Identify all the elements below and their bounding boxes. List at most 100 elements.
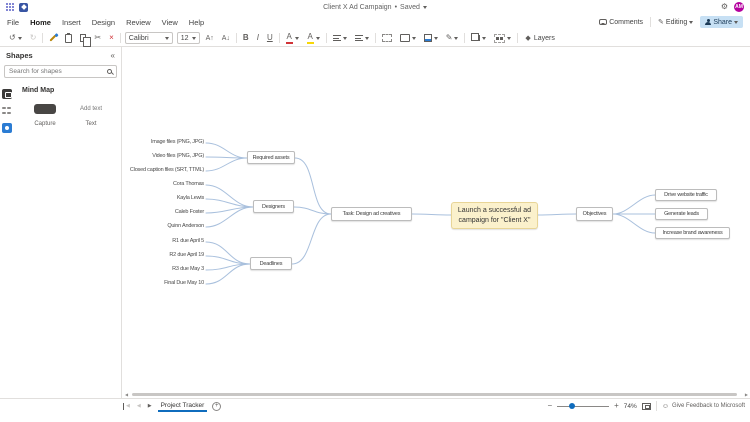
mindmap-leaf-deadline-4[interactable]: Final Due May 10 — [164, 280, 204, 286]
cut-button[interactable]: ✂ — [92, 32, 103, 44]
underline-button[interactable]: U — [265, 32, 275, 44]
menu-insert[interactable]: Insert — [62, 18, 81, 27]
smiley-icon: ☺ — [661, 402, 669, 410]
settings-gear-icon[interactable]: ⚙ — [721, 3, 728, 11]
title-caret-icon[interactable] — [422, 5, 427, 9]
line-color-button[interactable]: ✎ — [444, 32, 461, 44]
mindmap-node-objective-1[interactable]: Drive website traffic — [655, 189, 717, 201]
titlebar: Client X Ad Campaign • Saved ⚙ AM — [0, 0, 750, 14]
align-button[interactable] — [331, 32, 349, 44]
divider — [235, 33, 237, 43]
editing-mode-dropdown[interactable]: ✎ Editing — [658, 19, 694, 26]
fit-page-icon — [641, 402, 651, 410]
divider — [650, 17, 652, 27]
bullets-button[interactable] — [353, 32, 371, 44]
title-separator: • — [394, 3, 398, 11]
fill-color-button[interactable] — [422, 32, 440, 44]
mindmap-node-objectives[interactable]: Objectives — [576, 207, 613, 221]
chevron-down-icon — [294, 36, 299, 40]
prev-page-button[interactable]: ◀ — [136, 403, 142, 410]
chevron-down-icon — [689, 20, 694, 24]
group-button[interactable] — [492, 32, 513, 44]
stencil-shapes-gallery-icon[interactable] — [2, 106, 12, 116]
avatar[interactable]: AM — [734, 2, 744, 12]
font-size-select[interactable]: 12 — [176, 32, 200, 44]
zoom-slider[interactable] — [557, 402, 610, 410]
divider — [278, 33, 280, 43]
undo-button[interactable]: ↺ — [7, 32, 24, 44]
mindmap-leaf-asset-2[interactable]: Video files (PNG, JPG) — [152, 153, 204, 159]
insert-shape-button[interactable] — [398, 32, 418, 44]
save-status[interactable]: Saved — [400, 4, 420, 11]
scrollbar-thumb[interactable] — [132, 393, 737, 396]
text-box-button[interactable] — [380, 32, 394, 44]
shape-search-input[interactable] — [9, 68, 104, 75]
mindmap-node-designers[interactable]: Designers — [253, 200, 294, 213]
menu-help[interactable]: Help — [189, 18, 204, 27]
text-highlight-button[interactable]: A — [305, 32, 322, 44]
font-name-select[interactable]: Calibri — [124, 32, 173, 44]
search-icon[interactable] — [107, 69, 112, 74]
add-page-button[interactable]: + — [212, 401, 222, 411]
feedback-button[interactable]: ☺ Give Feedback to Microsoft — [662, 403, 745, 410]
zoom-out-button[interactable]: − — [547, 402, 552, 410]
shape-master-capture[interactable]: Capture — [22, 104, 68, 127]
collapse-panel-icon[interactable]: « — [111, 51, 115, 60]
mindmap-leaf-deadline-2[interactable]: R2 due April 19 — [169, 252, 204, 258]
mindmap-node-central-topic[interactable]: Launch a successful ad campaign for "Cli… — [451, 202, 538, 229]
chevron-down-icon — [364, 36, 369, 40]
copy-button[interactable] — [78, 32, 91, 47]
zoom-level[interactable]: 74% — [624, 403, 637, 410]
scroll-left-icon[interactable]: ◀ — [125, 392, 128, 397]
share-button[interactable]: Share — [700, 16, 743, 28]
mindmap-node-objective-3[interactable]: Increase brand awareness — [655, 227, 730, 239]
mindmap-leaf-designer-1[interactable]: Cora Thomas — [173, 181, 204, 187]
mindmap-leaf-designer-4[interactable]: Quinn Anderson — [167, 223, 204, 229]
font-color-button[interactable]: A — [284, 32, 301, 44]
mindmap-leaf-designer-2[interactable]: Kayla Lewis — [177, 195, 204, 201]
delete-button[interactable]: × — [107, 32, 116, 44]
fit-to-window-button[interactable] — [641, 402, 651, 410]
horizontal-scrollbar[interactable]: ◀ ▶ — [123, 391, 750, 398]
drawing-canvas[interactable]: Launch a successful ad campaign for "Cli… — [123, 47, 750, 398]
mindmap-leaf-asset-3[interactable]: Closed caption files (SRT, TTML) — [130, 167, 204, 173]
mindmap-leaf-asset-1[interactable]: Image files (PNG, JPG) — [151, 139, 204, 145]
mindmap-leaf-deadline-1[interactable]: R1 due April 5 — [172, 238, 204, 244]
mindmap-leaf-deadline-3[interactable]: R3 due May 3 — [172, 266, 204, 272]
mindmap-node-required-assets[interactable]: Required assets — [247, 151, 295, 164]
bold-button[interactable]: B — [241, 32, 251, 44]
arrange-button[interactable] — [469, 32, 488, 44]
menu-home[interactable]: Home — [30, 18, 51, 27]
group-icon — [494, 33, 506, 43]
stencil-more-shapes-icon[interactable] — [2, 123, 12, 133]
mindmap-node-objective-2[interactable]: Generate leads — [655, 208, 708, 220]
menu-design[interactable]: Design — [92, 18, 115, 27]
document-title-area: Client X Ad Campaign • Saved — [0, 0, 750, 14]
shape-master-text[interactable]: Add text Text — [68, 104, 114, 127]
menu-view[interactable]: View — [162, 18, 178, 27]
paste-button[interactable] — [63, 32, 74, 44]
stencil-mindmap-icon[interactable] — [2, 89, 12, 99]
zoom-in-button[interactable]: + — [614, 402, 619, 410]
menu-file[interactable]: File — [7, 18, 19, 27]
mindmap-leaf-designer-3[interactable]: Caleb Foster — [175, 209, 204, 215]
layers-button[interactable]: ◆ Layers — [522, 32, 557, 44]
italic-button[interactable]: I — [255, 32, 261, 44]
document-title[interactable]: Client X Ad Campaign — [323, 4, 391, 11]
page-tab-project-tracker[interactable]: Project Tracker — [157, 400, 208, 412]
chevron-down-icon — [507, 36, 512, 40]
menu-review[interactable]: Review — [126, 18, 151, 27]
grow-font-button[interactable]: A↑ — [204, 32, 216, 44]
format-painter-button[interactable] — [47, 32, 59, 44]
mindmap-node-deadlines[interactable]: Deadlines — [250, 257, 292, 270]
zoom-slider-thumb[interactable] — [569, 403, 576, 409]
first-page-button[interactable]: ◀ — [123, 402, 131, 410]
divider — [464, 33, 466, 43]
comments-button[interactable]: Comments — [599, 19, 643, 26]
scroll-right-icon[interactable]: ▶ — [745, 392, 748, 397]
app-launcher-icon[interactable] — [6, 3, 14, 11]
shrink-font-button[interactable]: A↓ — [220, 32, 232, 44]
mindmap-node-task[interactable]: Task: Design ad creatives — [331, 207, 412, 221]
next-page-button[interactable]: ▶ — [147, 403, 153, 410]
redo-button[interactable]: ↻ — [28, 32, 39, 44]
